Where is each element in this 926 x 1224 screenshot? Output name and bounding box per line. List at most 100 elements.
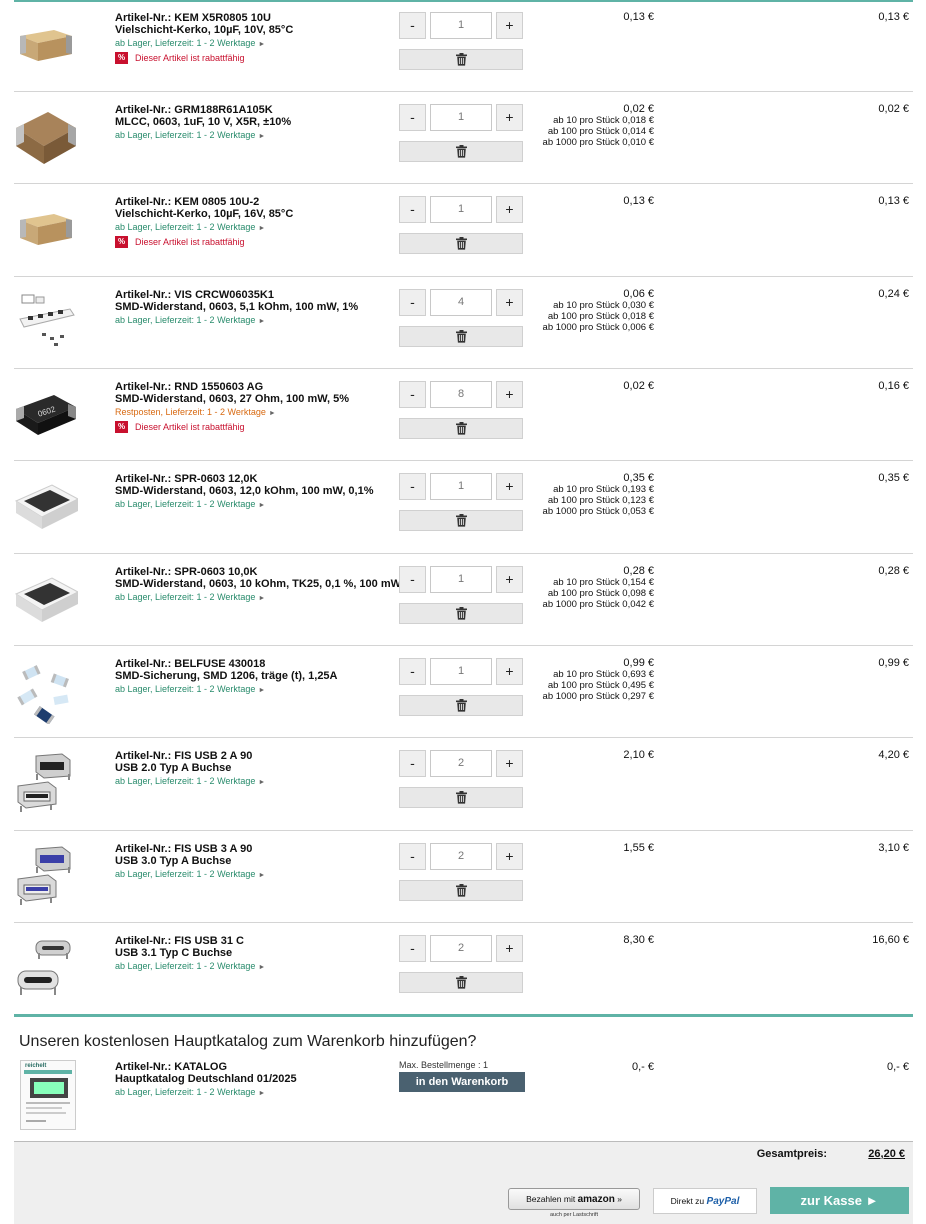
availability-text[interactable]: ab Lager, Lieferzeit: 1 - 2 Werktage ► <box>115 37 400 51</box>
item-description[interactable]: USB 3.1 Typ C Buchse <box>115 947 400 959</box>
availability-text[interactable]: ab Lager, Lieferzeit: 1 - 2 Werktage ► <box>115 221 400 235</box>
capacitor-image[interactable] <box>14 14 78 78</box>
quantity-input[interactable]: 8 <box>430 381 492 408</box>
item-description[interactable]: SMD-Widerstand, 0603, 10 kOhm, TK25, 0,1… <box>115 578 401 590</box>
increase-quantity-button[interactable]: + <box>496 104 523 131</box>
article-number[interactable]: Artikel-Nr.: FIS USB 2 A 90 <box>115 750 400 762</box>
decrease-quantity-button[interactable]: - <box>399 381 426 408</box>
quantity-input[interactable]: 2 <box>430 843 492 870</box>
quantity-input[interactable]: 2 <box>430 935 492 962</box>
amazon-pay-button[interactable]: Bezahlen mit amazon » <box>508 1188 640 1210</box>
usb-c-connector-image[interactable] <box>14 937 78 1001</box>
delete-item-button[interactable] <box>399 418 523 439</box>
quantity-input[interactable]: 1 <box>430 473 492 500</box>
catalog-cover-image[interactable]: reichelt <box>20 1060 76 1130</box>
delete-item-button[interactable] <box>399 972 523 993</box>
increase-quantity-button[interactable]: + <box>496 843 523 870</box>
increase-quantity-button[interactable]: + <box>496 750 523 777</box>
item-description[interactable]: USB 2.0 Typ A Buchse <box>115 762 400 774</box>
delete-item-button[interactable] <box>399 510 523 531</box>
item-description[interactable]: SMD-Widerstand, 0603, 27 Ohm, 100 mW, 5% <box>115 393 400 405</box>
decrease-quantity-button[interactable]: - <box>399 658 426 685</box>
resistor-image[interactable] <box>14 475 78 539</box>
fuse-image[interactable] <box>14 660 78 724</box>
article-number[interactable]: Artikel-Nr.: SPR-0603 10,0K <box>115 566 400 578</box>
availability-text[interactable]: ab Lager, Lieferzeit: 1 - 2 Werktage ► <box>115 960 400 974</box>
article-number[interactable]: Artikel-Nr.: SPR-0603 12,0K <box>115 473 400 485</box>
decrease-quantity-button[interactable]: - <box>399 104 426 131</box>
decrease-quantity-button[interactable]: - <box>399 935 426 962</box>
decrease-quantity-button[interactable]: - <box>399 473 426 500</box>
decrease-quantity-button[interactable]: - <box>399 843 426 870</box>
usb-connector-image[interactable] <box>14 845 78 909</box>
quantity-input[interactable]: 1 <box>430 104 492 131</box>
increase-quantity-button[interactable]: + <box>496 658 523 685</box>
delete-item-button[interactable] <box>399 695 523 716</box>
quantity-input[interactable]: 1 <box>430 658 492 685</box>
quantity-input[interactable]: 4 <box>430 289 492 316</box>
article-number[interactable]: Artikel-Nr.: RND 1550603 AG <box>115 381 400 393</box>
delete-item-button[interactable] <box>399 141 523 162</box>
item-description[interactable]: SMD-Widerstand, 0603, 5,1 kOhm, 100 mW, … <box>115 301 400 313</box>
quantity-input[interactable]: 2 <box>430 750 492 777</box>
article-number[interactable]: Artikel-Nr.: KEM X5R0805 10U <box>115 12 400 24</box>
increase-quantity-button[interactable]: + <box>496 196 523 223</box>
quantity-input[interactable]: 1 <box>430 566 492 593</box>
decrease-quantity-button[interactable]: - <box>399 289 426 316</box>
increase-quantity-button[interactable]: + <box>496 566 523 593</box>
delete-item-button[interactable] <box>399 787 523 808</box>
play-arrow-icon: ► <box>268 410 276 417</box>
increase-quantity-button[interactable]: + <box>496 12 523 39</box>
increase-quantity-button[interactable]: + <box>496 289 523 316</box>
decrease-quantity-button[interactable]: - <box>399 12 426 39</box>
paypal-button[interactable]: Direkt zu PayPal <box>653 1188 757 1214</box>
article-number[interactable]: Artikel-Nr.: GRM188R61A105K <box>115 104 400 116</box>
availability-text[interactable]: ab Lager, Lieferzeit: 1 - 2 Werktage ► <box>115 129 400 143</box>
increase-quantity-button[interactable]: + <box>496 473 523 500</box>
delete-item-button[interactable] <box>399 326 523 347</box>
catalog-description[interactable]: Hauptkatalog Deutschland 01/2025 <box>115 1073 400 1085</box>
item-description[interactable]: SMD-Sicherung, SMD 1206, träge (t), 1,25… <box>115 670 400 682</box>
availability-text[interactable]: ab Lager, Lieferzeit: 1 - 2 Werktage ► <box>115 868 400 882</box>
capacitor-image[interactable] <box>14 106 78 170</box>
availability-text[interactable]: ab Lager, Lieferzeit: 1 - 2 Werktage ► <box>115 591 400 605</box>
usb-connector-image[interactable] <box>14 752 78 816</box>
availability-text[interactable]: ab Lager, Lieferzeit: 1 - 2 Werktage ► <box>115 314 400 328</box>
article-number[interactable]: Artikel-Nr.: KEM 0805 10U-2 <box>115 196 400 208</box>
item-description[interactable]: Vielschicht-Kerko, 10µF, 16V, 85°C <box>115 208 400 220</box>
quantity-control: -1 + <box>399 658 523 716</box>
decrease-quantity-button[interactable]: - <box>399 196 426 223</box>
increase-quantity-button[interactable]: + <box>496 935 523 962</box>
article-number[interactable]: Artikel-Nr.: BELFUSE 430018 <box>115 658 400 670</box>
availability-text[interactable]: ab Lager, Lieferzeit: 1 - 2 Werktage ► <box>115 498 400 512</box>
add-to-cart-button[interactable]: in den Warenkorb <box>399 1072 525 1092</box>
quantity-input[interactable]: 1 <box>430 12 492 39</box>
availability-text[interactable]: ab Lager, Lieferzeit: 1 - 2 Werktage ► <box>115 683 400 697</box>
delete-item-button[interactable] <box>399 49 523 70</box>
delete-item-button[interactable] <box>399 603 523 624</box>
article-number[interactable]: Artikel-Nr.: VIS CRCW06035K1 <box>115 289 400 301</box>
article-number[interactable]: Artikel-Nr.: FIS USB 31 C <box>115 935 400 947</box>
resistor-image[interactable]: 0602 <box>14 383 78 447</box>
availability-text[interactable]: ab Lager, Lieferzeit: 1 - 2 Werktage ► <box>115 775 400 789</box>
catalog-availability[interactable]: ab Lager, Lieferzeit: 1 - 2 Werktage ► <box>115 1086 400 1100</box>
catalog-article-number[interactable]: Artikel-Nr.: KATALOG <box>115 1061 400 1073</box>
trash-icon <box>455 607 467 620</box>
item-description[interactable]: SMD-Widerstand, 0603, 12,0 kOhm, 100 mW,… <box>115 485 400 497</box>
resistor-image[interactable] <box>14 568 78 632</box>
delete-item-button[interactable] <box>399 880 523 901</box>
availability-text[interactable]: Restposten, Lieferzeit: 1 - 2 Werktage ► <box>115 406 400 420</box>
article-number[interactable]: Artikel-Nr.: FIS USB 3 A 90 <box>115 843 400 855</box>
quantity-input[interactable]: 1 <box>430 196 492 223</box>
cart-item-row: Artikel-Nr.: GRM188R61A105K MLCC, 0603, 1… <box>14 92 913 184</box>
item-description[interactable]: USB 3.0 Typ A Buchse <box>115 855 400 867</box>
decrease-quantity-button[interactable]: - <box>399 566 426 593</box>
item-description[interactable]: Vielschicht-Kerko, 10µF, 10V, 85°C <box>115 24 400 36</box>
checkout-button[interactable]: zur Kasse ► <box>770 1187 909 1214</box>
capacitor-image[interactable] <box>14 198 78 262</box>
delete-item-button[interactable] <box>399 233 523 254</box>
item-description[interactable]: MLCC, 0603, 1uF, 10 V, X5R, ±10% <box>115 116 400 128</box>
resistor-tape-image[interactable] <box>14 291 78 355</box>
decrease-quantity-button[interactable]: - <box>399 750 426 777</box>
increase-quantity-button[interactable]: + <box>496 381 523 408</box>
